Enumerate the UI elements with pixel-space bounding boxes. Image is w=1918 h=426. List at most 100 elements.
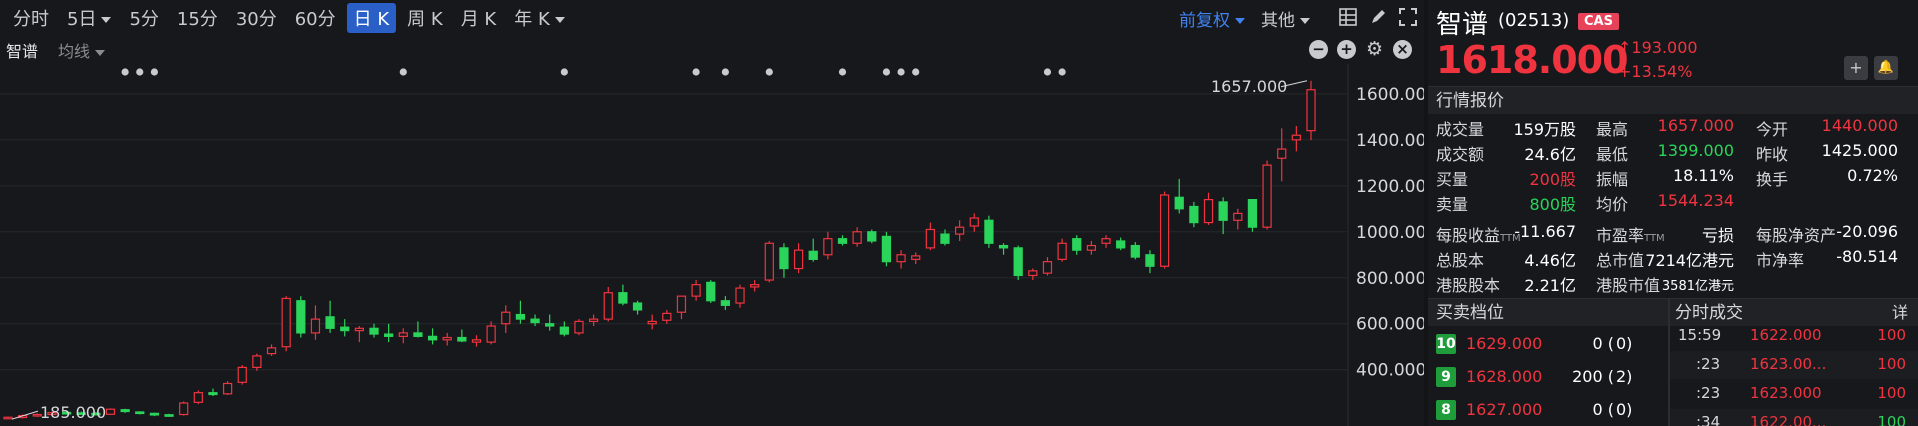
kline-chart[interactable]: 1600.000 1400.000 1200.000 1000.000 800.000 6… (0, 64, 1424, 426)
candle-up (955, 226, 965, 235)
candle-up (398, 332, 408, 337)
candle-down (1130, 244, 1140, 258)
candle-up (281, 297, 291, 348)
quote-label: 每股收益TTM (1436, 222, 1521, 246)
candle-down (325, 316, 335, 329)
period-tab[interactable]: 年 K (507, 3, 572, 33)
candle-up (1233, 212, 1243, 221)
tick-price: 1622.000 (1750, 326, 1822, 344)
candle-down (881, 235, 892, 263)
candle-up (1277, 148, 1287, 159)
plus-circle-icon[interactable]: + (1337, 40, 1356, 59)
candle-down (208, 392, 218, 396)
quote-row: 卖量 800股 均价 1544.234 (1428, 191, 1918, 216)
quote-label: 振幅 (1596, 166, 1628, 190)
candle-down (427, 335, 438, 341)
event-marker-dot (136, 68, 144, 76)
settings-gear-icon[interactable]: ⚙ (1365, 40, 1384, 59)
quote-label-text: 买量 (1436, 170, 1469, 189)
quote-label-text: 昨收 (1756, 145, 1789, 164)
event-marker-dot (882, 68, 891, 76)
tick-row: :23 1623.00... 100 (1670, 351, 1918, 379)
quote-label: 总市值 (1596, 247, 1644, 271)
quote-value: 4.46亿 (1524, 251, 1576, 270)
depth-row[interactable]: 9 1628.000 200 (2) (1428, 361, 1668, 393)
quote-label-text: 卖量 (1436, 195, 1469, 214)
draw-pen-icon[interactable] (1368, 8, 1388, 28)
depth-row[interactable]: 10 1629.000 0 (0) (1428, 328, 1668, 360)
period-tab[interactable]: 周 K (400, 3, 450, 33)
period-tab[interactable]: 日 K (346, 3, 397, 33)
quote-label-text: 最低 (1596, 145, 1629, 164)
candle-up (1306, 89, 1316, 132)
minus-circle-icon[interactable]: − (1309, 40, 1328, 59)
adjust-dropdown[interactable]: 前复权 (1179, 6, 1245, 31)
quote-label-text: 成交额 (1436, 145, 1485, 164)
quote-label: 成交额 (1436, 141, 1484, 165)
tick-price: 1623.000 (1750, 384, 1822, 402)
period-tab-label: 5分 (129, 9, 159, 30)
depth-price: 1628.000 (1466, 367, 1543, 386)
ma-dropdown[interactable]: 均线 (58, 38, 106, 62)
period-tab-label: 年 K (514, 9, 550, 30)
candle-up (310, 318, 321, 334)
depth-row[interactable]: 8 1627.000 0 (0) (1428, 394, 1668, 426)
depth-level-badge: 10 (1436, 334, 1456, 354)
grid-layout-icon[interactable] (1338, 8, 1358, 28)
period-tab[interactable]: 15分 (170, 3, 225, 33)
period-tab-label: 5日 (67, 9, 97, 30)
tick-price: 1623.00... (1750, 355, 1827, 373)
quote-label-text: 市盈率 (1596, 226, 1645, 245)
last-price: 1618.000 (1436, 38, 1629, 82)
event-marker-dot (150, 68, 159, 76)
depth-level-badge: 8 (1436, 400, 1456, 420)
candle-down (384, 333, 394, 337)
candle-up (603, 292, 613, 320)
period-tab[interactable]: 月 K (454, 3, 504, 33)
candle-down (340, 326, 350, 332)
depth-level-badge: 9 (1436, 367, 1456, 387)
candle-down (779, 247, 789, 270)
change-percent: +13.54% (1618, 62, 1693, 81)
quote-label-text: 港股市值 (1596, 276, 1661, 295)
period-tab[interactable]: 5分 (122, 3, 165, 33)
chevron-down-icon (101, 17, 112, 23)
depth-order-count: 0) (1616, 334, 1633, 353)
candle-up (676, 295, 687, 313)
quote-row: 港股股本 2.21亿 港股市值 3581亿港元 (1428, 272, 1918, 297)
chevron-down-icon (1300, 17, 1310, 24)
quote-label-text: 均价 (1596, 195, 1629, 214)
fullscreen-icon[interactable] (1398, 8, 1418, 28)
add-watchlist-button[interactable]: + (1844, 56, 1868, 80)
ma-label: 均线 (58, 42, 91, 61)
change-amount: ↑193.000 (1618, 38, 1698, 57)
quote-row: 成交额 24.6亿 最低 1399.000 昨收 1425.000 (1428, 141, 1918, 166)
quote-value: 800股 (1529, 195, 1576, 214)
quote-value: 18.11% (1672, 166, 1734, 185)
candle-down (369, 327, 379, 335)
period-tab[interactable]: 30分 (229, 3, 284, 33)
quote-value: 159万股 (1513, 120, 1576, 139)
candle-up (266, 347, 277, 355)
candle-down (559, 326, 569, 335)
candle-down (618, 292, 628, 304)
period-tab[interactable]: 分时 (6, 3, 56, 33)
ttm-suffix: TTM (1644, 233, 1665, 244)
depth-title: 买卖档位 (1436, 303, 1504, 323)
candle-up (354, 327, 364, 332)
other-dropdown[interactable]: 其他 (1261, 6, 1310, 31)
quote-label-text: 总市值 (1596, 251, 1645, 270)
cas-badge: CAS (1578, 13, 1619, 30)
close-circle-icon[interactable]: × (1393, 40, 1412, 59)
candle-down (808, 250, 818, 260)
period-tab[interactable]: 60分 (288, 3, 343, 33)
event-marker-dot (692, 68, 700, 76)
price-alert-button[interactable]: 🔔 (1874, 56, 1898, 80)
quote-row: 成交量 159万股 最高 1657.000 今开 1440.000 (1428, 116, 1918, 141)
period-tab[interactable]: 5日 (60, 3, 118, 33)
period-tab-label: 月 K (460, 9, 497, 30)
chevron-down-icon (554, 17, 565, 23)
candle-up (1291, 134, 1301, 141)
candle-down (1013, 247, 1023, 277)
quote-label-text: 每股净资产 (1756, 226, 1837, 245)
